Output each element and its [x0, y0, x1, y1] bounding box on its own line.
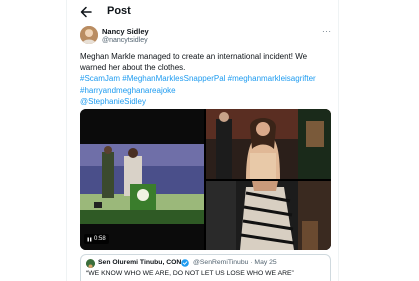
tweet-text: Meghan Markle managed to create an inter… — [80, 51, 335, 107]
verified-badge-icon — [181, 259, 189, 267]
author-display-name[interactable]: Nancy Sidley — [102, 27, 149, 36]
hashtag-scamjam[interactable]: #ScamJam — [80, 74, 120, 83]
quote-handle-date: @SenRemiTinubu · May 25 — [193, 259, 277, 266]
mention-link[interactable]: @StephanieSidley — [80, 97, 146, 106]
avatar[interactable] — [80, 26, 98, 44]
video-thumbnail — [80, 144, 204, 224]
hashtag-grifter[interactable]: #meghanmarkleisagrifter — [228, 74, 316, 83]
play-icon — [87, 237, 92, 241]
photo-bottom[interactable] — [206, 181, 331, 250]
page-header: Post — [67, 0, 338, 24]
avatar-image — [80, 26, 98, 44]
hashtag-snapperpal[interactable]: #MeghanMarklesSnapperPal — [122, 74, 225, 83]
hashtag-joke[interactable]: #harryandmeghanareajoke — [80, 86, 176, 95]
media-grid: 0:58 — [80, 109, 331, 250]
more-options-button[interactable]: ··· — [322, 27, 332, 36]
back-button[interactable] — [79, 5, 93, 19]
video-duration-badge: 0:58 — [84, 234, 109, 244]
quote-text: “WE KNOW WHO WE ARE, DO NOT LET US LOSE … — [86, 270, 294, 277]
author-handle: @nancytsidley — [102, 37, 148, 44]
column-border-left — [66, 0, 67, 281]
quote-author-name[interactable]: Sen Oluremi Tinubu, CON — [98, 259, 181, 266]
page-title: Post — [107, 5, 131, 17]
video-duration: 0:58 — [94, 236, 106, 242]
quote-avatar[interactable] — [86, 259, 95, 268]
arrow-left-icon — [80, 6, 92, 18]
tweet-body: Meghan Markle managed to create an inter… — [80, 52, 308, 73]
photo-top[interactable] — [206, 109, 331, 179]
column-border-right — [338, 0, 339, 281]
video-player[interactable]: 0:58 — [80, 109, 204, 250]
